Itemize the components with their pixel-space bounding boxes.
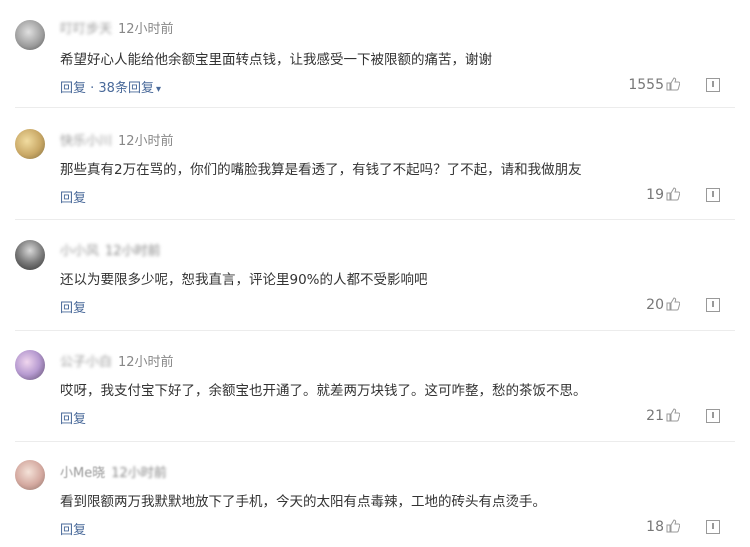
reply-button[interactable]: 回复: [60, 187, 86, 206]
comment-text: 还以为要限多少呢，恕我直言，评论里90%的人都不受影响吧: [60, 272, 428, 288]
comment-time: 12小时前: [105, 244, 161, 259]
comment-text: 哎呀，我支付宝下好了，余额宝也开通了。就差两万块钱了。这可咋整，愁的茶饭不思。: [60, 383, 587, 399]
username[interactable]: 快乐小川: [60, 134, 112, 149]
like-count: 20: [646, 297, 664, 313]
reply-button[interactable]: 回复: [60, 519, 86, 538]
divider: [15, 330, 735, 331]
comment-time: 12小时前: [118, 22, 174, 37]
report-icon[interactable]: [706, 409, 720, 423]
report-icon[interactable]: [706, 520, 720, 534]
username[interactable]: 公子小白: [60, 355, 112, 370]
thumbs-up-icon: [666, 77, 680, 91]
comment-time: 12小时前: [111, 466, 167, 481]
avatar[interactable]: [15, 460, 45, 490]
avatar[interactable]: [15, 129, 45, 159]
like-button[interactable]: 19: [646, 187, 680, 203]
like-button[interactable]: 18: [646, 519, 680, 535]
like-button[interactable]: 21: [646, 408, 680, 424]
comment-text: 希望好心人能给他余额宝里面转点钱，让我感受一下被限额的痛苦，谢谢: [60, 52, 492, 68]
comment-time: 12小时前: [118, 355, 174, 370]
reply-button[interactable]: 回复: [60, 297, 86, 316]
like-count: 1555: [628, 77, 664, 93]
comment-time: 12小时前: [118, 134, 174, 149]
avatar[interactable]: [15, 350, 45, 380]
reply-button[interactable]: 回复 · 38条回复 ▾: [60, 77, 161, 96]
thumbs-up-icon: [666, 519, 680, 533]
username[interactable]: 小Me晓: [60, 466, 105, 481]
comment-text: 那些真有2万在骂的，你们的嘴脸我算是看透了，有钱了不起吗？了不起，请和我做朋友: [60, 162, 582, 178]
like-button[interactable]: 1555: [628, 77, 680, 93]
chevron-down-icon: ▾: [155, 84, 161, 95]
report-icon[interactable]: [706, 78, 720, 92]
thumbs-up-icon: [666, 408, 680, 422]
comment-text: 看到限额两万我默默地放下了手机，今天的太阳有点毒辣，工地的砖头有点烫手。: [60, 494, 546, 510]
divider: [15, 219, 735, 220]
like-button[interactable]: 20: [646, 297, 680, 313]
divider: [15, 441, 735, 442]
report-icon[interactable]: [706, 188, 720, 202]
like-count: 21: [646, 408, 664, 424]
like-count: 18: [646, 519, 664, 535]
avatar[interactable]: [15, 240, 45, 270]
report-icon[interactable]: [706, 298, 720, 312]
username[interactable]: 叮叮步天: [60, 22, 112, 37]
divider: [15, 107, 735, 108]
thumbs-up-icon: [666, 297, 680, 311]
like-count: 19: [646, 187, 664, 203]
comment-list: 叮叮步天 12小时前 希望好心人能给他余额宝里面转点钱，让我感受一下被限额的痛苦，…: [0, 0, 750, 547]
avatar[interactable]: [15, 20, 45, 50]
username[interactable]: 小小风: [60, 244, 99, 259]
thumbs-up-icon: [666, 187, 680, 201]
reply-button[interactable]: 回复: [60, 408, 86, 427]
